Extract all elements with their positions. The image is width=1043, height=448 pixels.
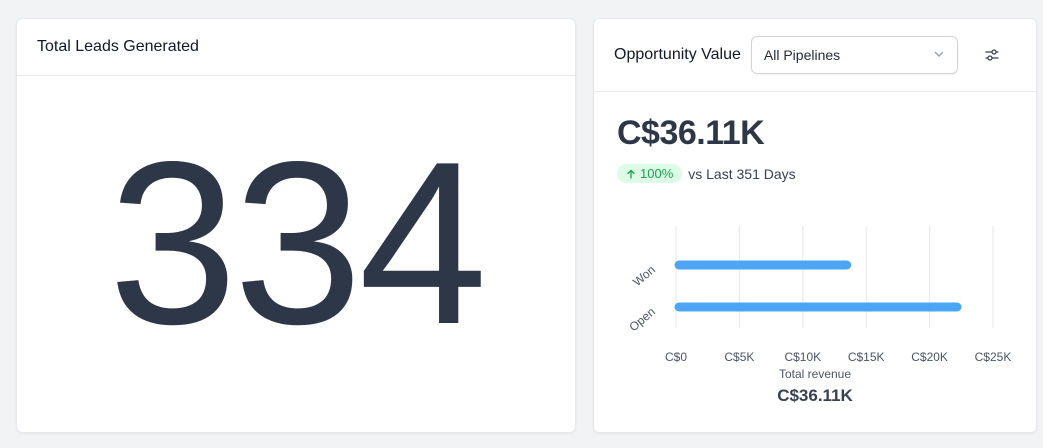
sliders-icon [985,49,999,61]
comparison-period: vs Last 351 Days [688,165,796,182]
card-header: Total Leads Generated [17,19,575,76]
arrow-up-icon [627,169,635,179]
chart-x-tick-label: C$10K [784,350,821,364]
pipeline-select[interactable]: All Pipelines [750,36,958,74]
total-revenue-value: C$36.11K [777,386,853,405]
total-leads-card: Total Leads Generated 334 [16,18,576,433]
chart-x-tick-label: C$15K [848,350,885,364]
total-revenue-label: Total revenue [778,367,852,381]
chart-category-label: Open [626,305,657,335]
opportunity-value-metric: C$36.11K [617,114,765,152]
chart-x-tick-label: C$20K [911,350,948,364]
chart-category-label: Won [630,263,658,289]
chart-x-tick-label: C$5K [724,350,754,364]
chart-x-tick-label: C$25K [975,350,1012,364]
card-title: Total Leads Generated [37,38,199,55]
chevron-down-icon [933,47,945,63]
card-header: Opportunity Value All Pipelines [594,19,1036,92]
card-title: Opportunity Value [614,46,741,63]
filter-settings-button[interactable] [980,43,1004,67]
change-badge: 100% [617,164,683,183]
chart-x-tick-label: C$0 [665,350,687,364]
change-row: 100% vs Last 351 Days [617,164,796,183]
pipeline-select-value: All Pipelines [763,47,841,63]
total-leads-value: 334 [108,114,487,373]
opportunity-bar-chart: C$0 C$5K C$10K C$15K C$20K C$25K Won Open [626,226,1012,364]
opportunity-value-card: Opportunity Value All Pipelines C$36.11K… [593,18,1037,433]
change-badge-value: 100% [640,166,674,181]
